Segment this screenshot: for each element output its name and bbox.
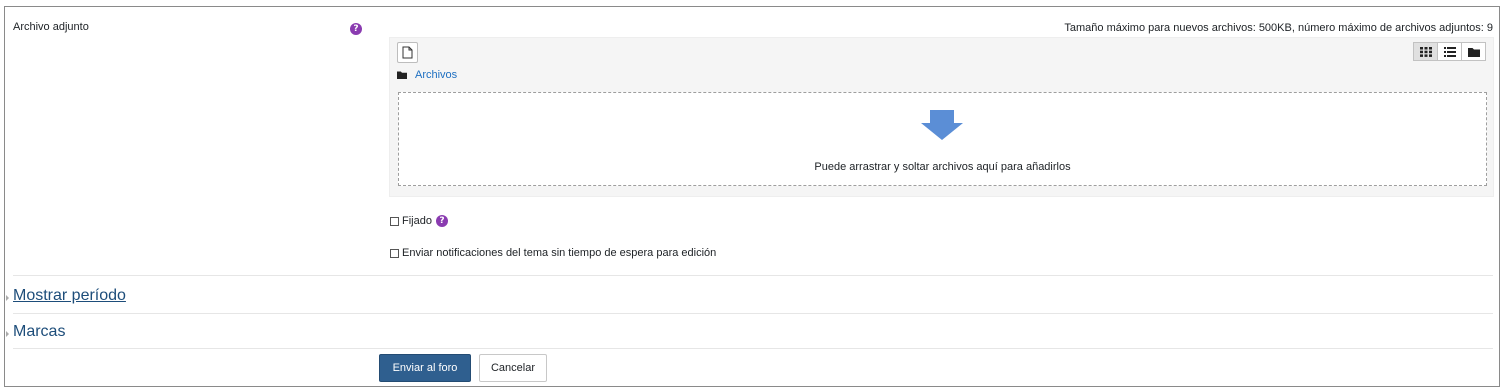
- attachment-limits: Tamaño máximo para nuevos archivos: 500K…: [1064, 22, 1493, 34]
- section-tags[interactable]: Marcas: [13, 323, 65, 341]
- divider: [13, 313, 1493, 314]
- question-circle-icon[interactable]: ?: [350, 23, 362, 35]
- view-icons-button[interactable]: [1413, 42, 1438, 61]
- attachment-label: Archivo adjunto: [13, 21, 89, 33]
- view-list-button[interactable]: [1437, 42, 1462, 61]
- list-icon: [1444, 47, 1456, 57]
- notify-label: Enviar notificaciones del tema sin tiemp…: [402, 247, 717, 259]
- notify-checkbox[interactable]: [390, 248, 399, 258]
- folder-icon: [397, 71, 407, 79]
- notify-option: Enviar notificaciones del tema sin tiemp…: [390, 247, 716, 259]
- divider: [13, 275, 1493, 276]
- folder-path-link[interactable]: Archivos: [415, 69, 457, 81]
- folder-icon: [1468, 48, 1480, 57]
- drop-zone-text: Puede arrastrar y soltar archivos aquí p…: [814, 161, 1071, 173]
- pinned-checkbox[interactable]: [390, 216, 399, 226]
- pinned-option: Fijado ?: [390, 215, 448, 227]
- collapse-caret-icon: [6, 295, 9, 301]
- folder-path: Archivos: [397, 69, 457, 81]
- question-circle-icon[interactable]: ?: [435, 215, 448, 227]
- file-manager: Archivos Puede arrastrar y soltar archiv…: [389, 37, 1494, 197]
- post-form: Archivo adjunto ? Tamaño máximo para nue…: [4, 6, 1500, 387]
- divider: [13, 348, 1493, 349]
- drop-zone[interactable]: Puede arrastrar y soltar archivos aquí p…: [398, 92, 1487, 186]
- section-display-period[interactable]: Mostrar período: [13, 287, 126, 305]
- grid-icon: [1420, 47, 1432, 57]
- file-icon: [402, 46, 413, 59]
- new-file-button[interactable]: [397, 42, 418, 63]
- pinned-label: Fijado: [402, 215, 432, 227]
- cancel-button[interactable]: Cancelar: [479, 354, 547, 382]
- collapse-caret-icon: [6, 331, 9, 337]
- view-tree-button[interactable]: [1461, 42, 1486, 61]
- view-mode-toggle: [1413, 42, 1486, 61]
- submit-button[interactable]: Enviar al foro: [379, 354, 471, 382]
- arrow-down-icon: [921, 110, 963, 140]
